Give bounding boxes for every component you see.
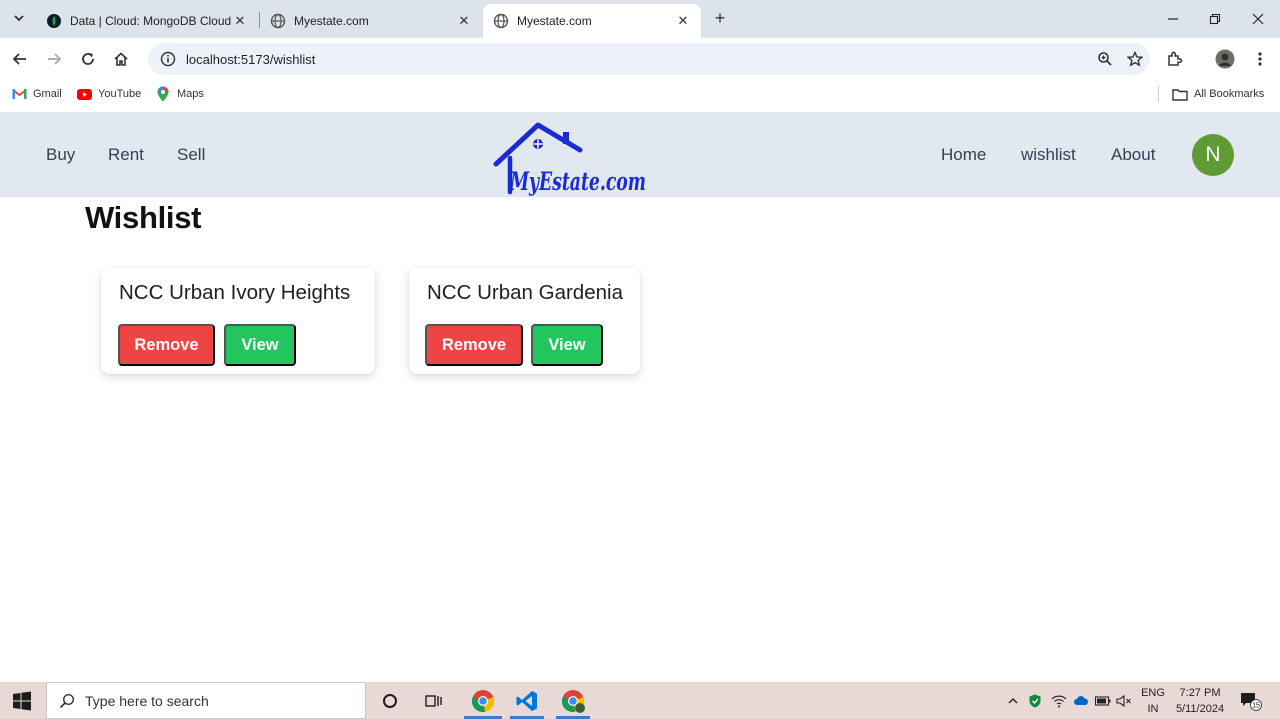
tab-myestate-active[interactable]: Myestate.com ✕ bbox=[483, 4, 701, 38]
search-icon bbox=[59, 693, 75, 708]
browser-tabstrip: Data | Cloud: MongoDB Cloud ✕ Myestate.c… bbox=[0, 0, 1280, 38]
battery-icon[interactable] bbox=[1094, 682, 1112, 719]
onedrive-cloud-icon[interactable] bbox=[1071, 682, 1091, 719]
new-tab-button[interactable]: + bbox=[709, 8, 731, 30]
wishlist-card: NCC Urban Gardenia Remove View bbox=[409, 268, 640, 374]
user-avatar[interactable]: N bbox=[1192, 134, 1234, 176]
nav-link-rent[interactable]: Rent bbox=[108, 145, 144, 165]
tab-myestate-1[interactable]: Myestate.com ✕ bbox=[260, 4, 482, 38]
taskbar-vscode-icon[interactable] bbox=[506, 682, 548, 719]
browser-menu-icon[interactable] bbox=[1248, 47, 1272, 71]
bookmark-label: Maps bbox=[177, 88, 204, 100]
site-navbar: Buy Rent Sell MyEstate.com Home wishlist… bbox=[0, 112, 1280, 197]
security-shield-icon[interactable] bbox=[1026, 682, 1044, 719]
youtube-icon bbox=[76, 86, 92, 102]
url-text[interactable]: localhost:5173/wishlist bbox=[186, 52, 1090, 67]
forward-icon[interactable] bbox=[42, 47, 66, 71]
remove-button[interactable]: Remove bbox=[425, 324, 523, 366]
clock-date: 5/11/2024 bbox=[1175, 703, 1225, 715]
globe-icon bbox=[270, 13, 286, 29]
taskbar-search[interactable]: Type here to search bbox=[46, 682, 366, 719]
tab-title: Myestate.com bbox=[517, 14, 592, 28]
bookmarks-bar: Gmail YouTube Maps All Bookmarks bbox=[0, 80, 1280, 112]
wishlist-card: NCC Urban Ivory Heights Remove View bbox=[101, 268, 375, 374]
remove-button[interactable]: Remove bbox=[118, 324, 215, 366]
close-window-icon[interactable] bbox=[1247, 8, 1269, 30]
view-button[interactable]: View bbox=[224, 324, 296, 366]
nav-link-about[interactable]: About bbox=[1111, 145, 1155, 165]
browser-toolbar: localhost:5173/wishlist bbox=[0, 38, 1280, 80]
close-tab-icon[interactable]: ✕ bbox=[232, 13, 248, 29]
maps-pin-icon bbox=[155, 86, 171, 102]
bookmark-label: Gmail bbox=[33, 88, 62, 100]
system-clock[interactable]: 7:27 PM 5/11/2024 bbox=[1168, 685, 1232, 717]
tab-mongodb[interactable]: Data | Cloud: MongoDB Cloud ✕ bbox=[36, 4, 258, 38]
tab-title: Myestate.com bbox=[294, 14, 369, 28]
profile-avatar-icon[interactable] bbox=[1213, 47, 1237, 71]
nav-link-sell[interactable]: Sell bbox=[177, 145, 205, 165]
folder-icon bbox=[1172, 86, 1188, 102]
notification-count: 15 bbox=[1252, 702, 1260, 709]
gmail-icon bbox=[11, 86, 27, 102]
notification-center-icon[interactable]: 15 bbox=[1238, 682, 1264, 719]
all-bookmarks-label: All Bookmarks bbox=[1194, 88, 1265, 100]
bookmark-youtube[interactable]: YouTube bbox=[76, 86, 141, 102]
wifi-icon[interactable] bbox=[1050, 682, 1068, 719]
logo-text: MyEstate.com bbox=[509, 167, 646, 196]
address-bar[interactable]: localhost:5173/wishlist bbox=[148, 43, 1150, 75]
chevron-down-icon bbox=[14, 15, 24, 22]
language-indicator[interactable]: ENG IN bbox=[1138, 685, 1168, 717]
windows-start-icon[interactable] bbox=[12, 691, 32, 711]
task-view-icon[interactable] bbox=[416, 682, 452, 719]
taskbar-chrome-icon[interactable] bbox=[460, 682, 506, 719]
clock-time: 7:27 PM bbox=[1179, 687, 1221, 699]
close-tab-icon[interactable]: ✕ bbox=[456, 13, 472, 29]
close-tab-icon[interactable]: ✕ bbox=[675, 13, 691, 29]
nav-link-buy[interactable]: Buy bbox=[46, 145, 75, 165]
windows-taskbar: Type here to search ENG IN 7:27 PM 5/11/… bbox=[0, 682, 1280, 719]
minimize-icon[interactable] bbox=[1162, 8, 1184, 30]
bookmarks-divider bbox=[1158, 86, 1159, 102]
property-name: NCC Urban Ivory Heights bbox=[119, 281, 351, 304]
page-title: Wishlist bbox=[85, 200, 202, 235]
myestate-logo[interactable]: MyEstate.com bbox=[490, 122, 650, 200]
language-code: ENG bbox=[1141, 687, 1165, 699]
reload-icon[interactable] bbox=[76, 47, 100, 71]
view-button[interactable]: View bbox=[531, 324, 603, 366]
speaker-muted-icon[interactable] bbox=[1115, 682, 1133, 719]
property-name: NCC Urban Gardenia bbox=[427, 281, 623, 304]
nav-link-home[interactable]: Home bbox=[941, 145, 986, 165]
extensions-icon[interactable] bbox=[1163, 47, 1187, 71]
site-info-icon[interactable] bbox=[154, 51, 182, 67]
back-icon[interactable] bbox=[8, 47, 32, 71]
bookmark-label: YouTube bbox=[98, 88, 142, 100]
globe-icon bbox=[493, 13, 509, 29]
bookmark-maps[interactable]: Maps bbox=[155, 86, 204, 102]
nav-link-wishlist[interactable]: wishlist bbox=[1021, 145, 1076, 165]
mongodb-leaf-icon bbox=[46, 13, 62, 29]
zoom-icon[interactable] bbox=[1090, 51, 1120, 67]
logo-chimney bbox=[563, 132, 569, 144]
tab-title: Data | Cloud: MongoDB Cloud bbox=[70, 14, 232, 28]
all-bookmarks-button[interactable]: All Bookmarks bbox=[1172, 86, 1264, 102]
restore-icon[interactable] bbox=[1204, 8, 1226, 30]
taskbar-chrome-profile-icon[interactable] bbox=[552, 682, 594, 719]
bookmark-gmail[interactable]: Gmail bbox=[11, 86, 62, 102]
bookmark-star-icon[interactable] bbox=[1120, 51, 1150, 67]
home-icon[interactable] bbox=[109, 47, 133, 71]
search-placeholder: Type here to search bbox=[85, 692, 209, 709]
tray-chevron-up-icon[interactable] bbox=[1004, 682, 1022, 719]
tab-search-button[interactable] bbox=[8, 6, 30, 30]
cortana-icon[interactable] bbox=[372, 682, 408, 719]
language-region: IN bbox=[1147, 703, 1159, 715]
